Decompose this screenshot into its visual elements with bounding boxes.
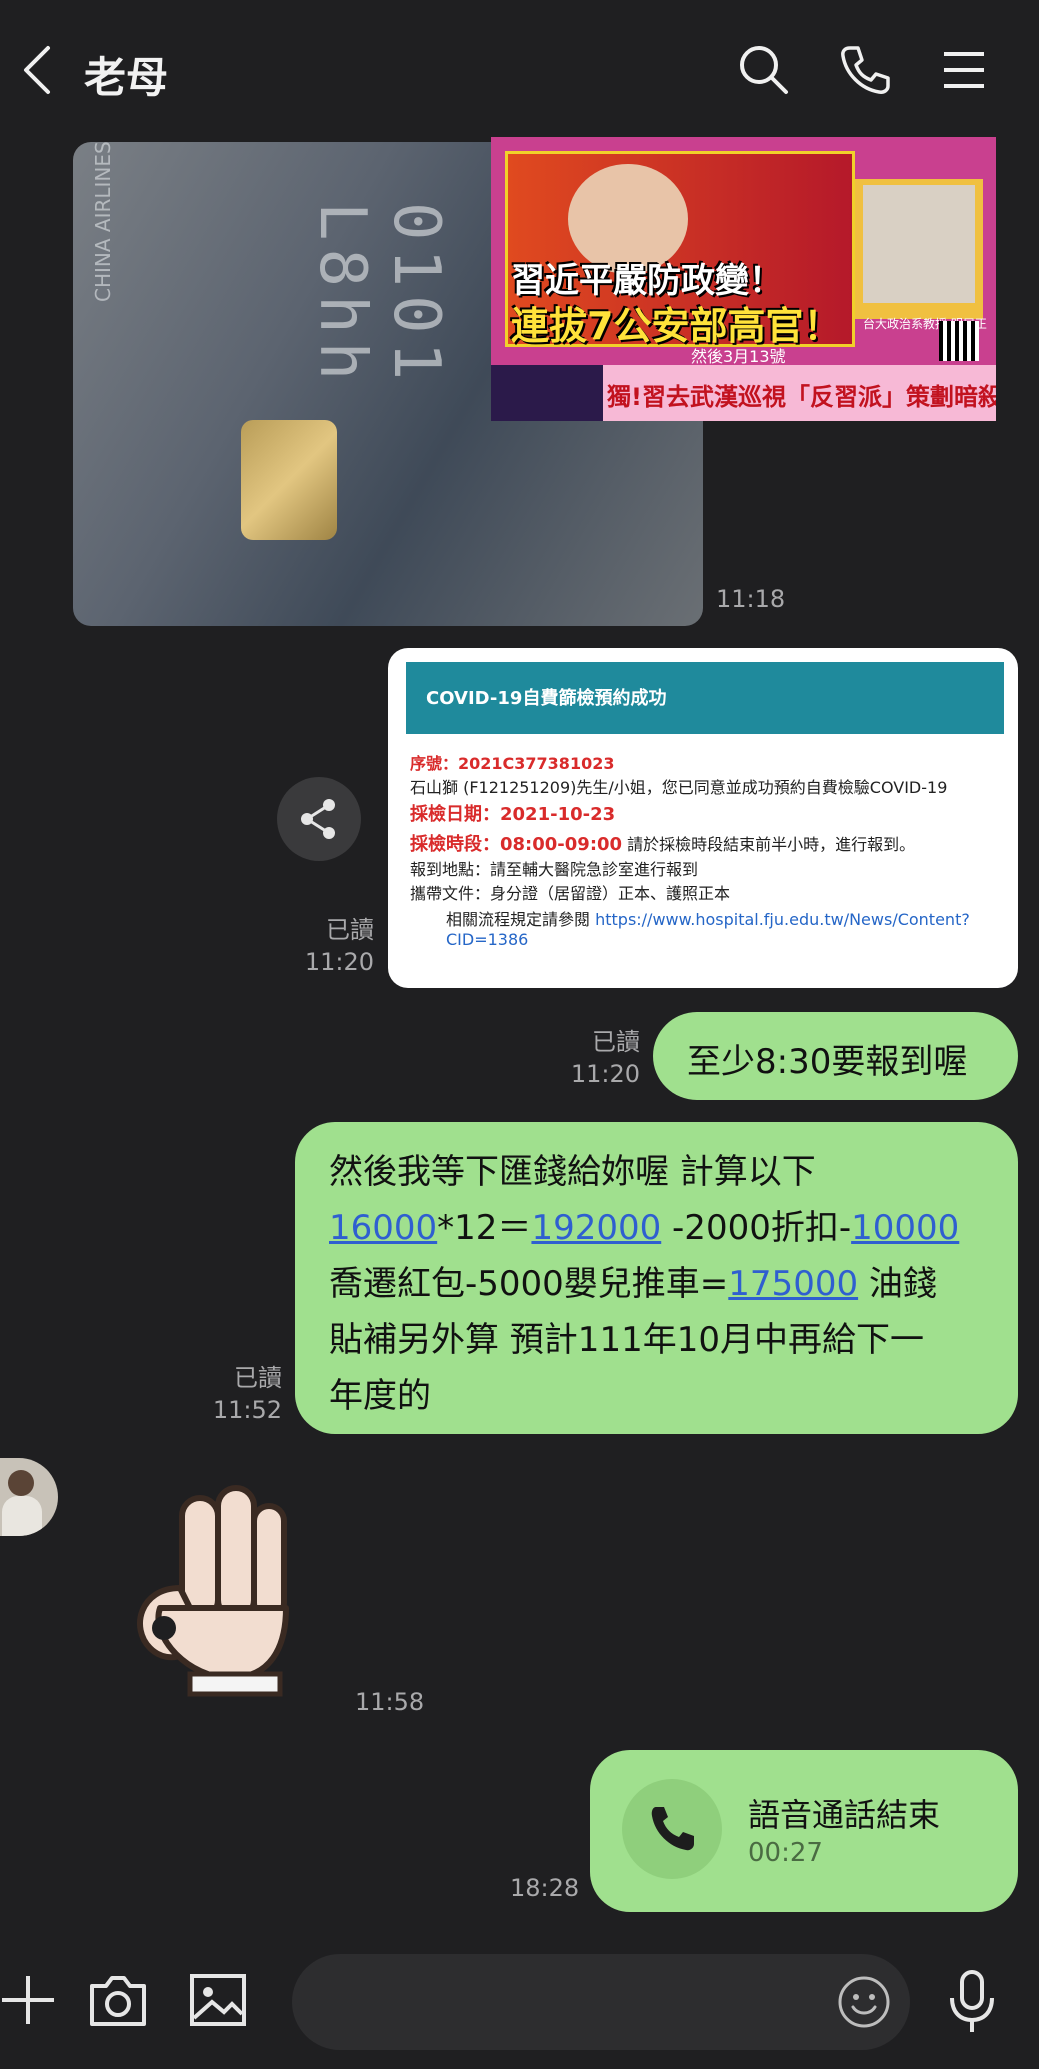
message-bubble[interactable]: 至少8:30要報到喔 [653, 1012, 1018, 1100]
menu-icon[interactable] [932, 38, 996, 102]
phone-icon [651, 1807, 694, 1851]
ok-hand-sticker-icon[interactable] [120, 1478, 300, 1700]
news-date: 然後3月13號 [691, 347, 786, 366]
news-side-image [855, 179, 983, 319]
message-time: 11:58 [355, 1688, 425, 1716]
call-title: 語音通話結束 [748, 1796, 941, 1834]
covid-appointment-image[interactable]: COVID-19自費篩檢預約成功 序號：2021C377381023 石山獅 (… [388, 648, 1018, 988]
chat-title: 老母 [84, 53, 169, 102]
covid-time-row: 採檢時段：08:00-09:00 請於採檢時段結束前半小時，進行報到。 [410, 830, 915, 856]
share-button[interactable] [277, 777, 361, 861]
number-link[interactable]: 175000 [728, 1264, 858, 1304]
number-link[interactable]: 16000 [329, 1208, 437, 1248]
chat-header: 老母 [0, 0, 1039, 140]
image-gallery-icon[interactable] [186, 1970, 250, 2030]
share-icon [301, 799, 335, 839]
read-receipt: 已讀 11:20 [304, 916, 374, 976]
covid-date: 採檢日期：2021-10-23 [410, 804, 616, 825]
back-arrow-icon[interactable] [10, 40, 70, 100]
covid-ref-link-2[interactable]: CID=1386 [446, 930, 528, 949]
covid-ref-link[interactable]: https://www.hospital.fju.edu.tw/News/Con… [595, 910, 970, 929]
call-icon-circle [622, 1779, 722, 1879]
message-input[interactable] [292, 1954, 910, 2050]
number-link[interactable]: 192000 [531, 1208, 661, 1248]
camera-icon[interactable] [86, 1970, 150, 2030]
message-text: 至少8:30要報到喔 [687, 1042, 968, 1082]
card-airline-text: CHINA AIRLINES [91, 142, 115, 302]
covid-ref: 相關流程規定請參閱 https://www.hospital.fju.edu.t… [446, 906, 970, 930]
qr-code-icon [939, 321, 979, 361]
message-line: 16000*12＝192000 -2000折扣-10000 [329, 1208, 960, 1248]
message-text-block: 然後我等下匯錢給妳喔 計算以下 16000*12＝192000 -2000折扣-… [329, 1144, 959, 1424]
read-receipt: 已讀 11:52 [212, 1364, 282, 1424]
emoji-icon[interactable] [834, 1972, 894, 2032]
card-number-text: 0101 L8hh [305, 202, 453, 389]
message-line: 然後我等下匯錢給妳喔 計算以下 [329, 1152, 816, 1192]
message-line: 喬遷紅包-5000嬰兒推車=175000 油錢 [329, 1264, 937, 1304]
covid-serial: 序號：2021C377381023 [410, 754, 615, 773]
covid-title: COVID-19自費篩檢預約成功 [426, 688, 667, 709]
news-ticker-text: 獨!習去武漢巡視「反習派」策劃暗殺!背後操盤手是江派?! [607, 383, 996, 411]
covid-time-note: 請於採檢時段結束前半小時，進行報到。 [622, 835, 916, 854]
read-receipt: 已讀 11:20 [570, 1028, 640, 1088]
covid-docs: 攜帶文件：身分證（居留證）正本、護照正本 [410, 884, 731, 903]
news-thumbnail[interactable]: 習近平嚴防政變！ 連拔7公安部高官！ 然後3月13號 台大政治系教授 明居正 獨… [491, 137, 996, 421]
call-duration: 00:27 [748, 1838, 823, 1868]
search-icon[interactable] [732, 38, 796, 102]
microphone-icon[interactable] [942, 1966, 1002, 2038]
covid-time: 採檢時段：08:00-09:00 [410, 834, 623, 855]
message-line: 年度的 [329, 1376, 431, 1416]
number-link[interactable]: 10000 [851, 1208, 959, 1248]
covid-place: 報到地點：請至輔大醫院急診室進行報到 [410, 860, 699, 879]
message-time: 11:18 [716, 585, 786, 613]
covid-patient: 石山獅 (F121251209)先生/小姐，您已同意並成功預約自費檢驗COVID… [410, 778, 948, 797]
phone-call-icon[interactable] [832, 38, 896, 102]
covid-ref-prefix: 相關流程規定請參閱 [446, 910, 596, 929]
covid-title-bar: COVID-19自費篩檢預約成功 [406, 662, 1004, 734]
message-time: 18:28 [510, 1874, 580, 1902]
contact-avatar[interactable] [0, 1458, 58, 1536]
message-line: 貼補另外算 預計111年10月中再給下一 [329, 1320, 924, 1360]
message-bubble[interactable]: 然後我等下匯錢給妳喔 計算以下 16000*12＝192000 -2000折扣-… [295, 1122, 1018, 1434]
news-headline-2: 連拔7公安部高官！ [511, 304, 842, 348]
plus-icon[interactable] [0, 1970, 56, 2030]
